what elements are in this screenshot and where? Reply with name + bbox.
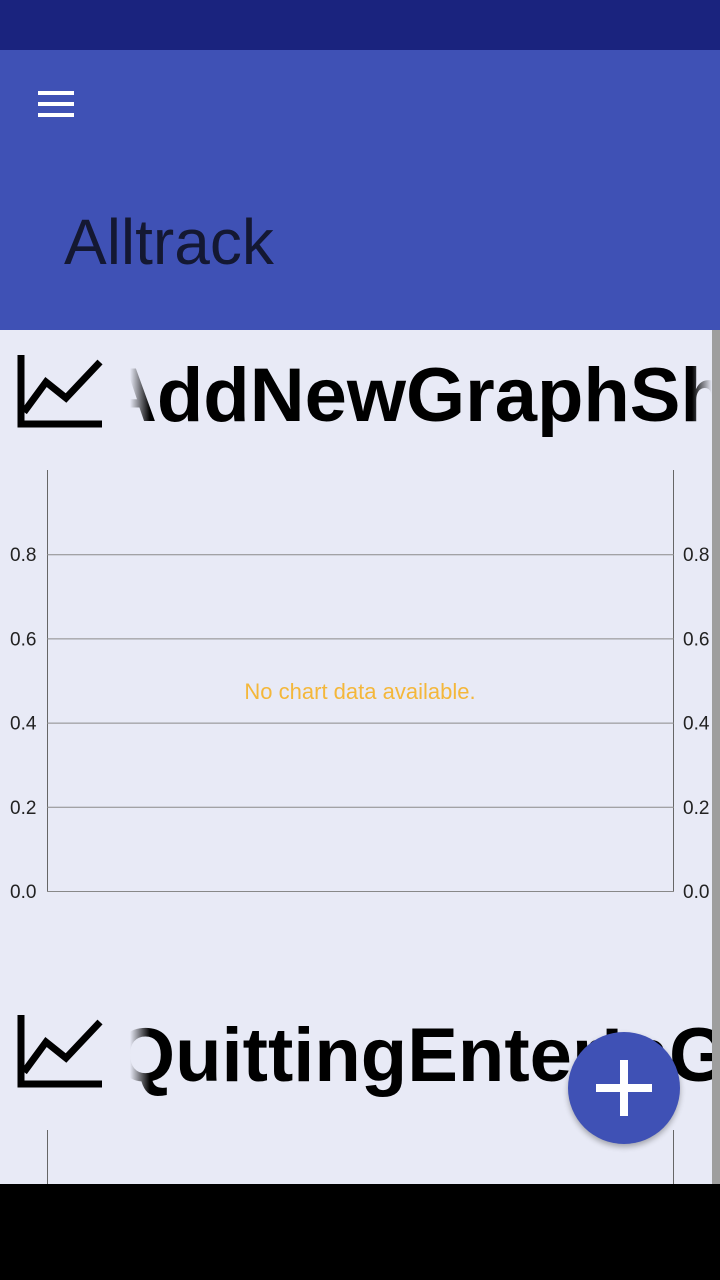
status-bar: [0, 0, 720, 50]
scrollbar[interactable]: [712, 330, 720, 1184]
left-axis-tick-label: 0.2: [10, 798, 36, 819]
graph-title: AddNewGraphShortcut: [130, 353, 712, 438]
graph-card-header[interactable]: AddNewGraphShortcut: [0, 330, 712, 450]
right-axis-tick-label: 0.4: [683, 714, 710, 735]
menu-button[interactable]: [28, 80, 84, 128]
add-graph-button[interactable]: [568, 1032, 680, 1144]
line-chart-icon: [17, 355, 103, 428]
chart[interactable]: 0.0 0.2 0.4 0.6 0.8 0.0 0.2 0.4 0.6 0.8 No chart…: [0, 470, 712, 910]
no-data-message: No chart data available.: [244, 679, 475, 704]
app-title: Alltrack: [64, 206, 274, 278]
right-axis-tick-label: 0.0: [683, 882, 709, 903]
left-axis-tick-label: 0.6: [10, 629, 36, 650]
left-axis-tick-label: 0.8: [10, 545, 36, 566]
right-axis: 0.0 0.2 0.4 0.6 0.8: [683, 545, 710, 903]
right-axis-tick-label: 0.8: [683, 545, 709, 566]
left-axis: 0.0 0.2 0.4 0.6 0.8: [10, 545, 37, 903]
left-axis-tick-label: 0.4: [10, 714, 37, 735]
graph-card[interactable]: AddNewGraphShortcut 0.00.20.40.60.8 0.00…: [0, 330, 712, 930]
navigation-bar: [0, 1184, 720, 1280]
right-axis-tick-label: 0.2: [683, 798, 709, 819]
right-axis-tick-label: 0.6: [683, 629, 709, 650]
left-axis-tick-label: 0.0: [10, 882, 36, 903]
app-bar: Alltrack: [0, 50, 720, 330]
line-chart-icon: [17, 1015, 103, 1088]
graph-title-container: AddNewGraphShortcut: [130, 330, 712, 450]
